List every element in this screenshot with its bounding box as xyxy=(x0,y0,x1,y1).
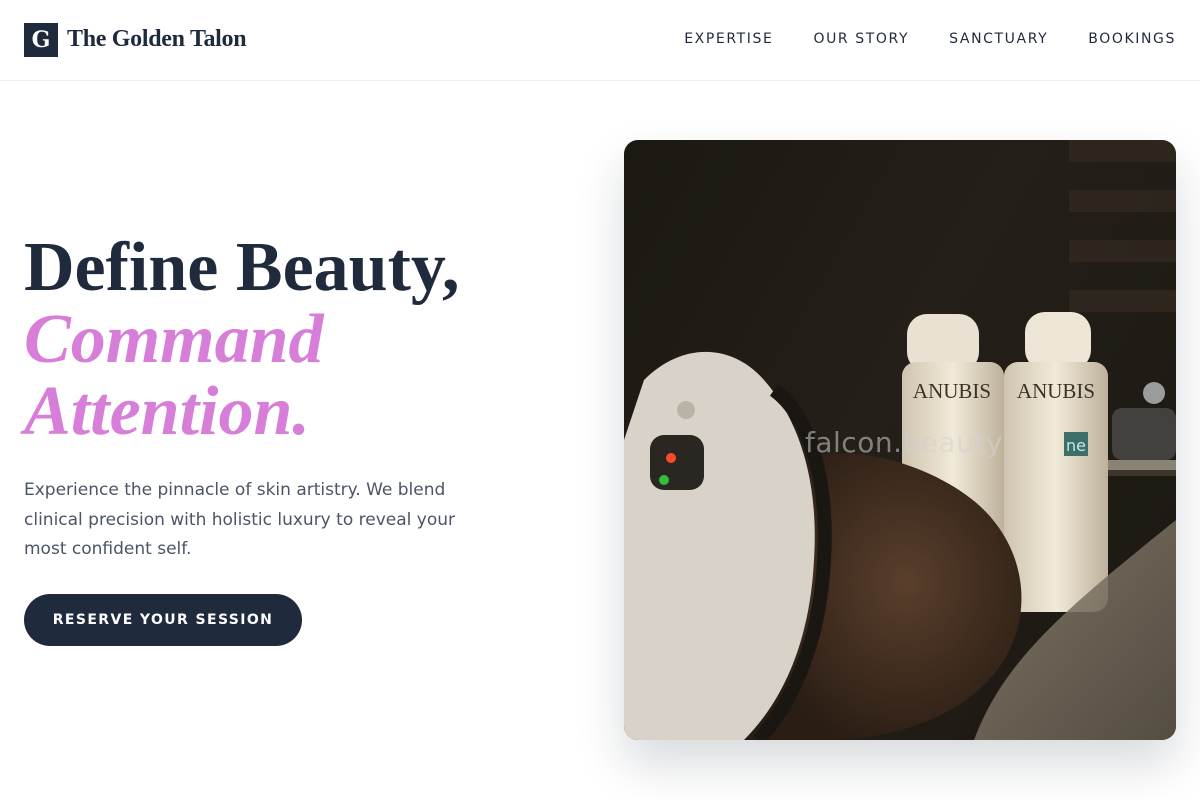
nav-item-bookings[interactable]: BOOKINGS xyxy=(1088,31,1176,47)
hero-headline: Define Beauty, Command Attention. xyxy=(24,232,460,448)
reserve-session-button[interactable]: RESERVE YOUR SESSION xyxy=(24,594,302,646)
nav-item-sanctuary[interactable]: SANCTUARY xyxy=(949,31,1048,47)
brand-name[interactable]: The Golden Talon xyxy=(67,26,247,53)
hero-image: ANUBIS ANUBIS ne falcon.beauty xyxy=(624,140,1176,740)
bottle-label-2: ANUBIS xyxy=(1017,379,1095,403)
nav-item-our-story[interactable]: OUR STORY xyxy=(813,31,909,47)
watermark: falcon.beauty xyxy=(805,426,1003,459)
site-header: G The Golden Talon EXPERTISE OUR STORY S… xyxy=(0,0,1200,81)
hero-description: Experience the pinnacle of skin artistry… xyxy=(24,480,455,559)
bottle-tag: ne xyxy=(1066,436,1086,455)
bottle-label-1: ANUBIS xyxy=(913,379,991,403)
nav-item-expertise[interactable]: EXPERTISE xyxy=(684,31,773,47)
product-bottle-2: ANUBIS ne xyxy=(1004,312,1108,612)
logo-mark[interactable]: G xyxy=(24,23,58,57)
headline-accent-line-2: Command xyxy=(24,301,324,378)
main-nav: EXPERTISE OUR STORY SANCTUARY BOOKINGS xyxy=(684,31,1176,47)
headline-line-1: Define Beauty, xyxy=(24,229,460,306)
headline-accent-line-3: Attention. xyxy=(24,373,310,450)
